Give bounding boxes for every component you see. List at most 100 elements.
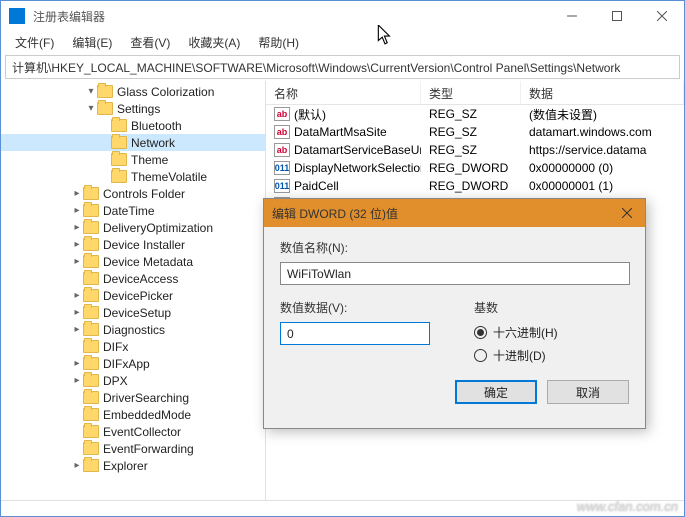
tree-label: Device Installer — [103, 238, 185, 252]
col-data[interactable]: 数据 — [521, 81, 684, 104]
radio-icon — [474, 349, 487, 362]
tree-item[interactable]: EmbeddedMode — [1, 406, 265, 423]
tree-item[interactable]: ▸ DeliveryOptimization — [1, 219, 265, 236]
radio-hex[interactable]: 十六进制(H) — [474, 324, 558, 341]
radio-dec[interactable]: 十进制(D) — [474, 347, 558, 364]
list-row[interactable]: abDatamartServiceBaseUrlREG_SZhttps://se… — [266, 141, 684, 159]
tree-item[interactable]: ▸DeviceSetup — [1, 304, 265, 321]
tree-view[interactable]: ▾Glass Colorization▾SettingsBluetoothNet… — [1, 81, 266, 500]
menubar: 文件(F) 编辑(E) 查看(V) 收藏夹(A) 帮助(H) — [1, 31, 684, 53]
value-name: DatamartServiceBaseUrl — [294, 143, 421, 157]
folder-icon — [83, 357, 99, 370]
value-data: 0x00000001 (1) — [521, 179, 684, 193]
tree-item[interactable]: ▸ DevicePicker — [1, 287, 265, 304]
folder-icon — [83, 425, 99, 438]
radio-dec-label: 十进制(D) — [493, 347, 546, 364]
expander-icon[interactable]: ▸ — [71, 239, 83, 250]
tree-item[interactable]: ▾ Settings — [1, 100, 265, 117]
value-name: (默认) — [294, 106, 326, 123]
expander-icon[interactable]: ▸ — [71, 188, 83, 199]
edit-dword-dialog: 编辑 DWORD (32 位)值 数值名称(N): 数值数据(V): 基数 十六… — [263, 198, 646, 429]
expander-icon[interactable]: ▸ — [71, 256, 83, 267]
tree-item[interactable]: DriverSearching — [1, 389, 265, 406]
value-type: REG_SZ — [421, 107, 521, 121]
tree-item[interactable]: ▸ Diagnostics — [1, 321, 265, 338]
menu-view[interactable]: 查看(V) — [122, 32, 178, 53]
folder-icon — [83, 221, 99, 234]
folder-icon — [83, 204, 99, 217]
expander-icon[interactable]: ▸ — [71, 205, 83, 216]
folder-icon — [83, 272, 99, 285]
expander-icon[interactable]: ▸ — [71, 358, 83, 369]
folder-icon — [83, 238, 99, 251]
col-name[interactable]: 名称 — [266, 81, 421, 104]
dialog-titlebar[interactable]: 编辑 DWORD (32 位)值 — [264, 199, 645, 227]
folder-icon — [111, 119, 127, 132]
tree-item[interactable]: ThemeVolatile — [1, 168, 265, 185]
expander-icon[interactable]: ▸ — [71, 324, 83, 335]
list-row[interactable]: 011DisplayNetworkSelectionREG_DWORD0x000… — [266, 159, 684, 177]
value-icon: ab — [274, 143, 290, 157]
tree-item[interactable]: ▸DateTime — [1, 202, 265, 219]
address-bar[interactable]: 计算机\HKEY_LOCAL_MACHINE\SOFTWARE\Microsof… — [5, 55, 680, 79]
expander-icon[interactable]: ▸ — [71, 375, 83, 386]
tree-item[interactable]: DIFx — [1, 338, 265, 355]
tree-item[interactable]: ▸DPX — [1, 372, 265, 389]
tree-item[interactable]: DeviceAccess — [1, 270, 265, 287]
tree-item[interactable]: ▸ Device Installer — [1, 236, 265, 253]
value-name-input[interactable] — [280, 262, 630, 285]
tree-item[interactable]: EventCollector — [1, 423, 265, 440]
list-row[interactable]: ab(默认)REG_SZ(数值未设置) — [266, 105, 684, 123]
tree-label: DeliveryOptimization — [103, 221, 213, 235]
menu-edit[interactable]: 编辑(E) — [64, 32, 120, 53]
expander-icon[interactable]: ▸ — [71, 222, 83, 233]
menu-file[interactable]: 文件(F) — [7, 32, 62, 53]
tree-label: Settings — [117, 102, 160, 116]
value-data: datamart.windows.com — [521, 125, 684, 139]
expander-icon[interactable]: ▸ — [71, 460, 83, 471]
list-header: 名称 类型 数据 — [266, 81, 684, 105]
folder-icon — [83, 340, 99, 353]
tree-label: Diagnostics — [103, 323, 165, 337]
folder-icon — [83, 306, 99, 319]
cancel-button[interactable]: 取消 — [547, 380, 629, 404]
tree-label: DeviceAccess — [103, 272, 178, 286]
tree-label: DIFxApp — [103, 357, 150, 371]
tree-label: DevicePicker — [103, 289, 173, 303]
folder-icon — [83, 442, 99, 455]
value-data: https://service.datama — [521, 143, 684, 157]
maximize-button[interactable] — [594, 1, 639, 31]
dialog-close-button[interactable] — [617, 203, 637, 223]
tree-item[interactable]: ▾Glass Colorization — [1, 83, 265, 100]
expander-icon[interactable]: ▸ — [71, 290, 83, 301]
tree-item[interactable]: Bluetooth — [1, 117, 265, 134]
tree-item[interactable]: Theme — [1, 151, 265, 168]
col-type[interactable]: 类型 — [421, 81, 521, 104]
value-data-input[interactable] — [280, 322, 430, 345]
menu-help[interactable]: 帮助(H) — [250, 32, 307, 53]
list-row[interactable]: 011PaidCellREG_DWORD0x00000001 (1) — [266, 177, 684, 195]
tree-item[interactable]: EventForwarding — [1, 440, 265, 457]
tree-item[interactable]: ▸Device Metadata — [1, 253, 265, 270]
close-button[interactable] — [639, 1, 684, 31]
tree-label: ThemeVolatile — [131, 170, 207, 184]
menu-favorites[interactable]: 收藏夹(A) — [180, 32, 248, 53]
tree-item[interactable]: ▸ Explorer — [1, 457, 265, 474]
tree-item[interactable]: ▸Controls Folder — [1, 185, 265, 202]
list-row[interactable]: abDataMartMsaSiteREG_SZdatamart.windows.… — [266, 123, 684, 141]
tree-item[interactable]: Network — [1, 134, 265, 151]
folder-icon — [83, 289, 99, 302]
value-icon: ab — [274, 125, 290, 139]
titlebar: 注册表编辑器 — [1, 1, 684, 31]
tree-label: Explorer — [103, 459, 148, 473]
expander-icon[interactable]: ▾ — [85, 103, 97, 114]
tree-label: EventForwarding — [103, 442, 194, 456]
ok-button[interactable]: 确定 — [455, 380, 537, 404]
value-data-label: 数值数据(V): — [280, 299, 450, 316]
expander-icon[interactable]: ▾ — [85, 86, 97, 97]
folder-icon — [97, 102, 113, 115]
tree-item[interactable]: ▸ DIFxApp — [1, 355, 265, 372]
minimize-button[interactable] — [549, 1, 594, 31]
tree-label: EmbeddedMode — [103, 408, 191, 422]
expander-icon[interactable]: ▸ — [71, 307, 83, 318]
